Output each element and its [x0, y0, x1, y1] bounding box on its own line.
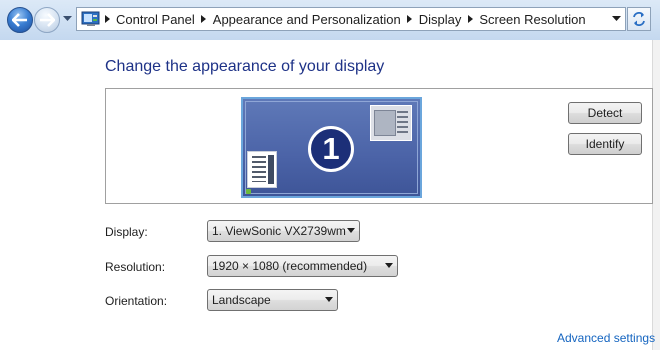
mini-start-menu-icon: [247, 151, 277, 188]
mini-window-icon: [370, 105, 412, 141]
address-dropdown-button[interactable]: [607, 8, 625, 30]
recent-pages-button[interactable]: [62, 14, 72, 24]
resolution-label: Resolution:: [105, 260, 166, 274]
chevron-down-icon: [385, 263, 393, 268]
refresh-button[interactable]: [627, 7, 651, 31]
detect-button[interactable]: Detect: [568, 102, 642, 124]
scrollbar-strip[interactable]: [652, 40, 660, 350]
breadcrumb-appearance[interactable]: Appearance and Personalization: [210, 12, 404, 27]
advanced-settings-link[interactable]: Advanced settings: [557, 331, 655, 345]
chevron-down-icon: [62, 16, 72, 21]
navigation-bar: Control Panel Appearance and Personaliza…: [0, 0, 660, 40]
resolution-dropdown[interactable]: 1920 × 1080 (recommended): [207, 255, 398, 277]
monitor-number-badge: 1: [308, 126, 354, 172]
chevron-down-icon: [325, 297, 333, 302]
breadcrumb-separator-icon: [101, 12, 113, 26]
back-button[interactable]: [7, 7, 33, 33]
orientation-value: Landscape: [212, 293, 271, 307]
refresh-icon: [633, 12, 645, 26]
orientation-dropdown[interactable]: Landscape: [207, 289, 338, 311]
forward-arrow-icon: [40, 13, 55, 27]
breadcrumb-display[interactable]: Display: [416, 12, 465, 27]
chevron-down-icon: [611, 16, 621, 21]
display-dropdown[interactable]: 1. ViewSonic VX2739wm: [207, 220, 360, 242]
monitor-1[interactable]: 1: [241, 97, 422, 198]
back-arrow-icon: [12, 13, 27, 27]
breadcrumb-separator-icon: [404, 12, 416, 26]
page-title: Change the appearance of your display: [105, 58, 385, 75]
resolution-value: 1920 × 1080 (recommended): [212, 259, 368, 273]
forward-button[interactable]: [34, 7, 60, 33]
mini-start-button-icon: [246, 189, 251, 194]
display-label: Display:: [105, 225, 148, 239]
identify-button[interactable]: Identify: [568, 133, 642, 155]
breadcrumb-separator-icon: [464, 12, 476, 26]
breadcrumb-screen-resolution[interactable]: Screen Resolution: [476, 12, 588, 27]
address-bar[interactable]: Control Panel Appearance and Personaliza…: [76, 7, 626, 31]
display-value: 1. ViewSonic VX2739wm: [212, 224, 346, 238]
control-panel-icon: [81, 11, 100, 26]
monitor-preview-panel: 1 Detect Identify: [105, 88, 653, 204]
chevron-down-icon: [347, 228, 355, 233]
breadcrumb-control-panel[interactable]: Control Panel: [113, 12, 198, 27]
orientation-label: Orientation:: [105, 294, 168, 308]
breadcrumb-separator-icon: [198, 12, 210, 26]
